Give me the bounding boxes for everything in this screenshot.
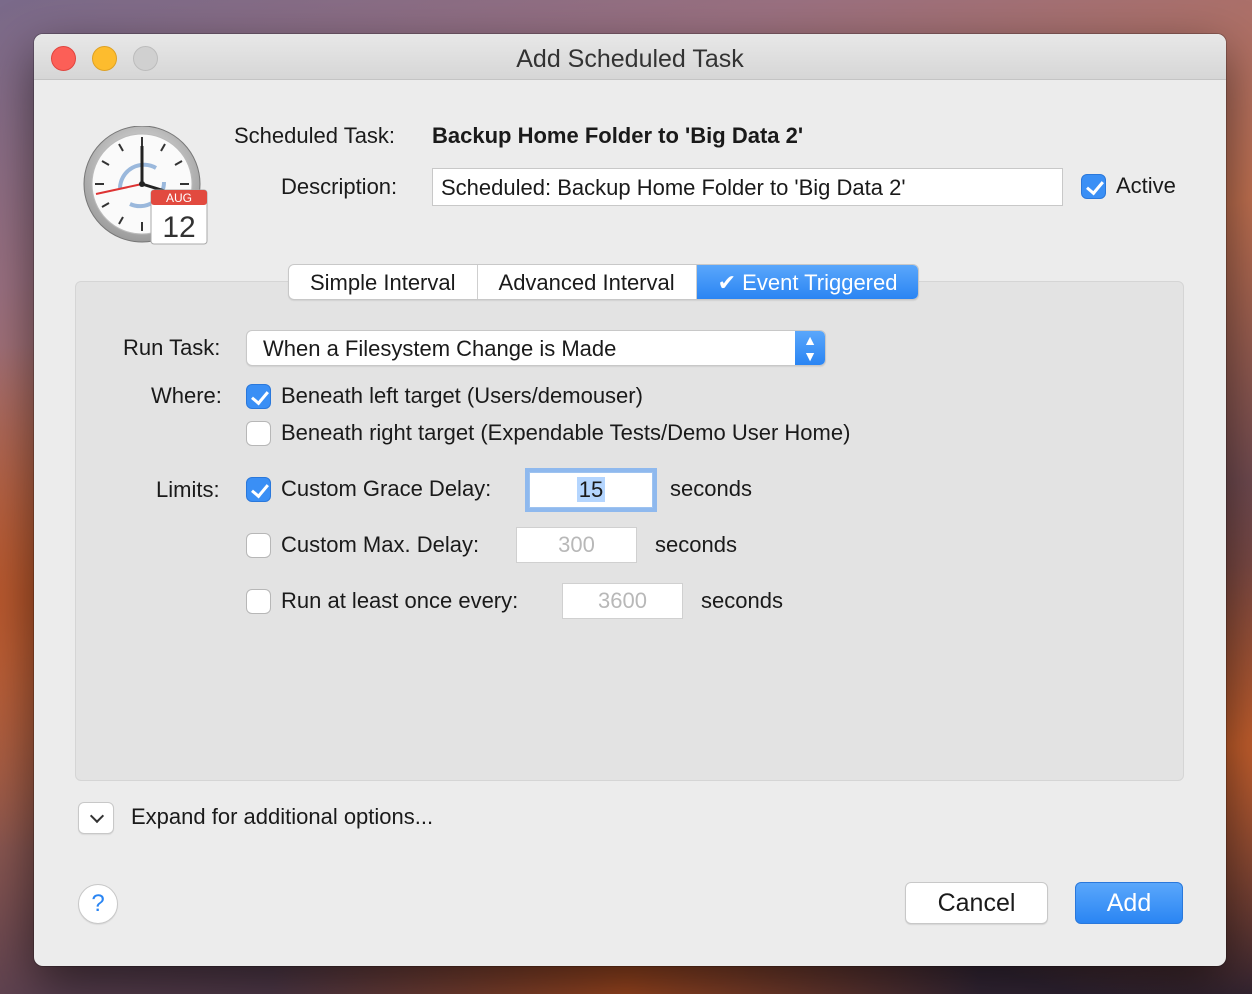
- calendar-month: AUG: [166, 191, 192, 205]
- add-button[interactable]: Add: [1075, 882, 1183, 924]
- description-label: Description:: [281, 174, 398, 199]
- tab-event-triggered[interactable]: ✔ Event Triggered: [696, 265, 919, 299]
- add-scheduled-task-dialog: Add Scheduled Task AUG 12 Scheduled Task…: [34, 34, 1226, 966]
- title-bar: Add Scheduled Task: [34, 34, 1226, 80]
- tab-simple-interval[interactable]: Simple Interval: [289, 265, 478, 299]
- tab-advanced-interval[interactable]: Advanced Interval: [478, 265, 697, 299]
- expand-options-label[interactable]: Expand for additional options...: [131, 804, 433, 830]
- grace-delay-value: 15: [576, 477, 606, 502]
- where-label: Where:: [151, 383, 222, 408]
- where-left-checkbox[interactable]: [246, 384, 271, 409]
- grace-delay-checkbox[interactable]: [246, 477, 271, 502]
- description-field[interactable]: Scheduled: Backup Home Folder to 'Big Da…: [432, 168, 1063, 206]
- help-button[interactable]: ?: [78, 884, 118, 924]
- where-left-label: Beneath left target (Users/demouser): [281, 383, 643, 408]
- max-delay-checkbox[interactable]: [246, 533, 271, 558]
- chevron-down-icon[interactable]: [78, 802, 114, 834]
- cancel-button[interactable]: Cancel: [905, 882, 1048, 924]
- run-task-label: Run Task:: [123, 335, 221, 360]
- clock-calendar-icon: AUG 12: [83, 126, 208, 245]
- active-checkbox[interactable]: [1081, 174, 1106, 199]
- max-delay-label: Custom Max. Delay:: [281, 532, 480, 557]
- max-delay-unit: seconds: [655, 532, 737, 557]
- run-once-checkbox[interactable]: [246, 589, 271, 614]
- limits-label: Limits:: [156, 477, 220, 502]
- run-task-value: When a Filesystem Change is Made: [263, 336, 617, 361]
- grace-delay-unit: seconds: [670, 476, 752, 501]
- run-once-label: Run at least once every:: [281, 588, 519, 613]
- max-delay-field[interactable]: 300: [516, 527, 637, 563]
- scheduled-task-name: Backup Home Folder to 'Big Data 2': [432, 123, 804, 148]
- window-title: Add Scheduled Task: [516, 45, 744, 73]
- run-task-popup[interactable]: When a Filesystem Change is Made ▲ ▼: [246, 330, 826, 366]
- where-right-label: Beneath right target (Expendable Tests/D…: [281, 420, 851, 445]
- grace-delay-label: Custom Grace Delay:: [281, 476, 492, 501]
- run-once-field[interactable]: 3600: [562, 583, 683, 619]
- active-label: Active: [1116, 173, 1176, 198]
- schedule-type-tabs: Simple Interval Advanced Interval ✔ Even…: [288, 264, 920, 300]
- where-right-checkbox[interactable]: [246, 421, 271, 446]
- calendar-day: 12: [162, 211, 195, 244]
- run-once-unit: seconds: [701, 588, 783, 613]
- scheduled-task-label: Scheduled Task:: [234, 123, 396, 148]
- chevron-up-down-icon: ▲ ▼: [795, 331, 825, 365]
- grace-delay-field[interactable]: 15: [529, 472, 653, 508]
